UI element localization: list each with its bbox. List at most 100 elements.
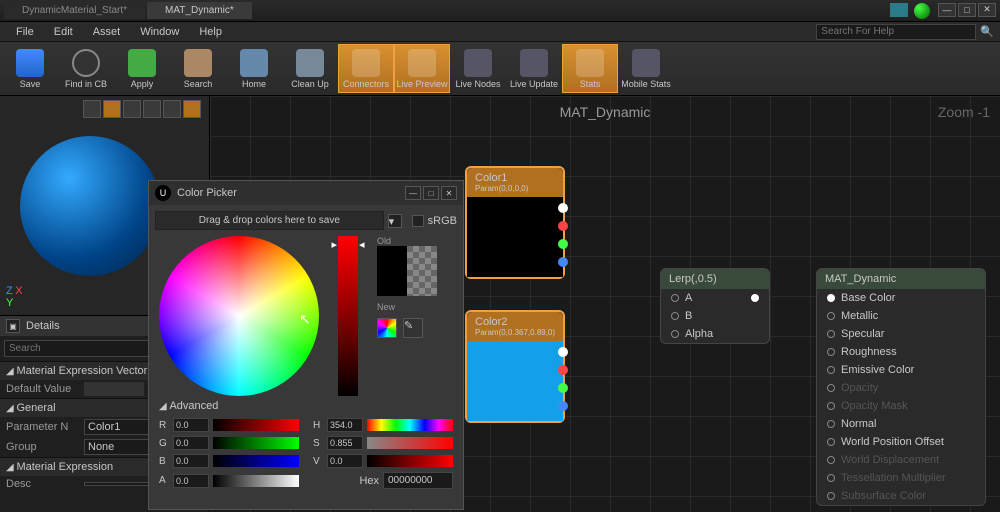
eyedropper-icon[interactable]: ✎ xyxy=(403,318,423,338)
menu-edit[interactable]: Edit xyxy=(44,26,83,38)
find-in-cb-button[interactable]: Find in CB xyxy=(58,44,114,93)
material-pin[interactable] xyxy=(827,474,835,482)
material-input-row[interactable]: Opacity xyxy=(817,379,985,397)
preview-plane-icon[interactable] xyxy=(123,100,141,118)
pin-g[interactable] xyxy=(558,383,568,393)
material-pin[interactable] xyxy=(827,402,835,410)
material-pin[interactable] xyxy=(827,330,835,338)
node-color1[interactable]: Color1Param(0,0,0,0) xyxy=(465,166,565,279)
live-nodes-button[interactable]: Live Nodes xyxy=(450,44,506,93)
material-input-row[interactable]: Tessellation Multiplier xyxy=(817,469,985,487)
preview-teapot-icon[interactable] xyxy=(163,100,181,118)
home-button[interactable]: Home xyxy=(226,44,282,93)
theme-icon[interactable] xyxy=(377,318,397,338)
live-update-button[interactable]: Live Update xyxy=(506,44,562,93)
pin-b-in[interactable] xyxy=(671,312,679,320)
tab-mat-dynamic[interactable]: MAT_Dynamic* xyxy=(147,2,252,19)
material-input-row[interactable]: Specular xyxy=(817,325,985,343)
s-slider[interactable] xyxy=(367,437,453,449)
pin-lerp-out[interactable] xyxy=(751,294,759,302)
material-input-row[interactable]: Opacity Mask xyxy=(817,397,985,415)
material-input-row[interactable]: Metallic xyxy=(817,307,985,325)
r-value-input[interactable]: 0.0 xyxy=(173,418,209,432)
material-pin[interactable] xyxy=(827,312,835,320)
material-pin[interactable] xyxy=(827,366,835,374)
pin-alpha-in[interactable] xyxy=(671,330,679,338)
preview-sphere-icon[interactable] xyxy=(103,100,121,118)
s-value-input[interactable]: 0.855 xyxy=(327,436,363,450)
feedback-icon[interactable] xyxy=(890,3,908,17)
g-slider[interactable] xyxy=(213,437,299,449)
pin-b[interactable] xyxy=(558,257,568,267)
picker-minimize-button[interactable]: — xyxy=(405,186,421,200)
search-help-input[interactable] xyxy=(816,24,976,40)
preview-cube-icon[interactable] xyxy=(143,100,161,118)
menu-help[interactable]: Help xyxy=(189,26,232,38)
h-slider[interactable] xyxy=(367,419,453,431)
details-expand-icon[interactable]: ▣ xyxy=(6,319,20,333)
search-icon[interactable]: 🔍 xyxy=(980,25,994,38)
r-slider[interactable] xyxy=(213,419,299,431)
material-input-row[interactable]: Subsurface Color xyxy=(817,487,985,505)
menu-file[interactable]: File xyxy=(6,26,44,38)
pin-rgba[interactable] xyxy=(558,203,568,213)
pin-r[interactable] xyxy=(558,221,568,231)
b-value-input[interactable]: 0.0 xyxy=(173,454,209,468)
material-pin[interactable] xyxy=(827,294,835,302)
material-pin[interactable] xyxy=(827,384,835,392)
material-input-row[interactable]: Roughness xyxy=(817,343,985,361)
material-input-row[interactable]: Emissive Color xyxy=(817,361,985,379)
save-button[interactable]: Save xyxy=(2,44,58,93)
pin-a-in[interactable] xyxy=(671,294,679,302)
pin-rgba[interactable] xyxy=(558,347,568,357)
connectors-button[interactable]: Connectors xyxy=(338,44,394,93)
material-input-row[interactable]: World Position Offset xyxy=(817,433,985,451)
picker-close-button[interactable]: ✕ xyxy=(441,186,457,200)
material-pin[interactable] xyxy=(827,420,835,428)
material-pin[interactable] xyxy=(827,492,835,500)
a-slider[interactable] xyxy=(213,475,299,487)
a-value-input[interactable]: 0.0 xyxy=(173,474,209,488)
pin-b[interactable] xyxy=(558,401,568,411)
v-value-input[interactable]: 0.0 xyxy=(327,454,363,468)
node-material-output[interactable]: MAT_Dynamic Base ColorMetallicSpecularRo… xyxy=(816,268,986,506)
color-wheel[interactable]: ↖ xyxy=(159,236,319,396)
live-preview-button[interactable]: Live Preview xyxy=(394,44,450,93)
node-lerp[interactable]: Lerp(,0.5) A B Alpha xyxy=(660,268,770,344)
stats-button[interactable]: Stats xyxy=(562,44,618,93)
default-value-swatch[interactable] xyxy=(84,382,144,396)
source-control-icon[interactable] xyxy=(914,3,930,19)
menu-asset[interactable]: Asset xyxy=(83,26,131,38)
color-picker-dialog[interactable]: U Color Picker — □ ✕ Drag & drop colors … xyxy=(148,180,464,510)
material-pin[interactable] xyxy=(827,456,835,464)
b-slider[interactable] xyxy=(213,455,299,467)
maximize-button[interactable]: □ xyxy=(958,3,976,17)
srgb-checkbox[interactable] xyxy=(412,215,424,227)
preview-mesh-icon[interactable] xyxy=(183,100,201,118)
v-slider[interactable] xyxy=(367,455,453,467)
menu-window[interactable]: Window xyxy=(130,26,189,38)
mobile-stats-button[interactable]: Mobile Stats xyxy=(618,44,674,93)
h-value-input[interactable]: 354.0 xyxy=(327,418,363,432)
material-input-row[interactable]: Normal xyxy=(817,415,985,433)
cleanup-button[interactable]: Clean Up xyxy=(282,44,338,93)
value-strip[interactable] xyxy=(338,236,358,396)
pin-r[interactable] xyxy=(558,365,568,375)
browse-button[interactable]: Search xyxy=(170,44,226,93)
material-input-row[interactable]: World Displacement xyxy=(817,451,985,469)
material-input-row[interactable]: Base Color xyxy=(817,289,985,307)
material-pin[interactable] xyxy=(827,438,835,446)
picker-maximize-button[interactable]: □ xyxy=(423,186,439,200)
hex-input[interactable]: 00000000 xyxy=(383,472,453,489)
color-drop-slot[interactable]: Drag & drop colors here to save xyxy=(155,211,384,230)
material-pin[interactable] xyxy=(827,348,835,356)
dropdown-icon[interactable]: ▾ xyxy=(388,214,402,228)
preview-cylinder-icon[interactable] xyxy=(83,100,101,118)
apply-button[interactable]: Apply xyxy=(114,44,170,93)
g-value-input[interactable]: 0.0 xyxy=(173,436,209,450)
minimize-button[interactable]: — xyxy=(938,3,956,17)
close-button[interactable]: ✕ xyxy=(978,3,996,17)
tab-dynamicmaterial[interactable]: DynamicMaterial_Start* xyxy=(4,2,145,19)
advanced-toggle[interactable]: ◢ Advanced xyxy=(149,396,463,416)
pin-g[interactable] xyxy=(558,239,568,249)
